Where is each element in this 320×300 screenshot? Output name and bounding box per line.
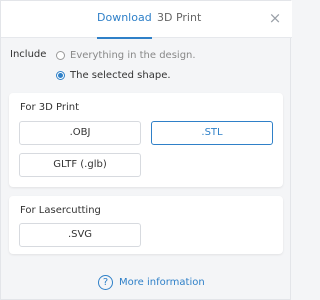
tab-download[interactable]: Download: [97, 10, 152, 39]
radio-everything[interactable]: Everything in the design.: [56, 48, 196, 62]
tab-3d-print[interactable]: 3D Print: [157, 10, 201, 38]
download-panel: Download 3D Print × Include Everything i…: [0, 0, 292, 300]
tab-bar: Download 3D Print ×: [1, 1, 292, 39]
section-lasercutting: For Lasercutting .SVG: [9, 196, 283, 254]
radio-button-checked-icon[interactable]: [56, 70, 65, 80]
format-obj-button[interactable]: .OBJ: [19, 121, 141, 145]
close-icon[interactable]: ×: [267, 10, 283, 26]
more-information-label: More information: [119, 276, 205, 288]
tab-3d-print-label: 3D Print: [157, 11, 202, 24]
active-tab-indicator: [97, 37, 152, 39]
radio-selected-shape-label: The selected shape.: [70, 69, 171, 81]
help-circle-icon: ?: [98, 274, 113, 290]
section-lasercutting-title: For Lasercutting: [20, 205, 101, 216]
radio-everything-label: Everything in the design.: [70, 49, 196, 61]
more-information-link[interactable]: ? More information: [98, 274, 205, 290]
format-stl-button[interactable]: .STL: [151, 121, 273, 145]
tab-download-label: Download: [97, 11, 152, 24]
section-3d-print-title: For 3D Print: [20, 102, 80, 113]
section-3d-print: For 3D Print .OBJ .STL GLTF (.glb): [9, 93, 283, 187]
include-label: Include: [10, 49, 47, 60]
radio-button-unchecked-icon[interactable]: [56, 50, 65, 60]
format-svg-button[interactable]: .SVG: [19, 223, 141, 247]
radio-selected-shape[interactable]: The selected shape.: [56, 68, 171, 82]
format-gltf-button[interactable]: GLTF (.glb): [19, 153, 141, 177]
